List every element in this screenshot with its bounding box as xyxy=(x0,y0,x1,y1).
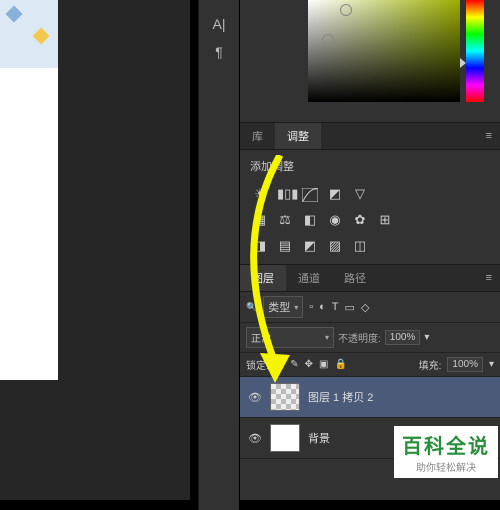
tab-adjustments[interactable]: 调整 xyxy=(275,123,321,149)
paragraph-tool-icon[interactable]: ¶ xyxy=(199,38,239,66)
panel-menu-icon[interactable]: ≡ xyxy=(478,130,500,142)
layer-thumbnail[interactable] xyxy=(270,424,300,452)
color-field[interactable] xyxy=(308,0,460,102)
posterize-icon[interactable]: ▤ xyxy=(277,238,293,254)
opacity-value[interactable]: 100% xyxy=(385,330,421,345)
filter-pixel-icon[interactable]: ▫ xyxy=(309,301,313,313)
gradientmap-icon[interactable]: ▨ xyxy=(327,238,343,254)
canvas-image[interactable] xyxy=(0,0,58,68)
threshold-icon[interactable]: ◩ xyxy=(302,238,318,254)
colorlookup-icon[interactable]: ⊞ xyxy=(377,212,393,228)
colorbalance-icon[interactable]: ⚖ xyxy=(277,212,293,228)
hue-slider[interactable] xyxy=(466,0,484,102)
tab-layers[interactable]: 图层 xyxy=(240,265,286,291)
huesaturation-icon[interactable]: ▦ xyxy=(252,212,268,228)
tab-paths[interactable]: 路径 xyxy=(332,265,378,291)
blend-mode-dropdown[interactable]: 正常▾ xyxy=(246,327,334,348)
lock-label: 锁定: xyxy=(246,357,269,372)
hue-slider-handle[interactable] xyxy=(460,58,466,68)
filter-shape-icon[interactable]: ▭ xyxy=(345,301,355,314)
brightness-icon[interactable]: ☀ xyxy=(252,186,268,202)
filter-smart-icon[interactable]: ◇ xyxy=(361,301,369,314)
selectivecolor-icon[interactable]: ◫ xyxy=(352,238,368,254)
filter-type-icon[interactable]: T xyxy=(332,301,339,313)
invert-icon[interactable]: ◨ xyxy=(252,238,268,254)
vibrance-icon[interactable]: ▽ xyxy=(352,186,368,202)
text-tool-icon[interactable]: A| xyxy=(199,10,239,38)
layer-row-selected[interactable]: 👁 图层 1 拷贝 2 xyxy=(240,377,500,418)
fill-label: 填充: xyxy=(419,357,442,372)
right-toolbar: A| ¶ xyxy=(198,0,239,510)
add-adjustment-label: 添加调整 xyxy=(250,158,490,174)
lock-transparency-icon[interactable]: ▩ xyxy=(275,359,284,370)
filter-icon[interactable]: 🔍 xyxy=(246,302,257,313)
color-sample-ring[interactable] xyxy=(322,34,334,46)
canvas-document[interactable] xyxy=(0,60,58,380)
panel-menu-icon[interactable]: ≡ xyxy=(478,272,500,284)
color-picker-panel xyxy=(240,0,500,123)
exposure-icon[interactable]: ◩ xyxy=(327,186,343,202)
color-sample-ring[interactable] xyxy=(340,4,352,16)
layer-name[interactable]: 图层 1 拷贝 2 xyxy=(308,389,492,405)
visibility-toggle-icon[interactable]: 👁 xyxy=(248,391,262,404)
levels-icon[interactable]: ▮▯▮ xyxy=(277,186,293,202)
lock-position-icon[interactable]: ✥ xyxy=(305,359,313,370)
curves-icon[interactable] xyxy=(302,186,318,202)
watermark-subtitle: 助你轻松解决 xyxy=(402,459,490,474)
tab-library[interactable]: 库 xyxy=(240,123,275,149)
fill-value[interactable]: 100% xyxy=(447,357,483,372)
layer-thumbnail[interactable] xyxy=(270,383,300,411)
lock-pixels-icon[interactable]: ✎ xyxy=(290,359,298,370)
lock-all-icon[interactable]: 🔒 xyxy=(334,359,346,370)
channelmixer-icon[interactable]: ✿ xyxy=(352,212,368,228)
blackwhite-icon[interactable]: ◧ xyxy=(302,212,318,228)
lock-artboard-icon[interactable]: ▣ xyxy=(319,359,328,370)
visibility-toggle-icon[interactable]: 👁 xyxy=(248,432,262,445)
watermark: 百科全说 助你轻松解决 xyxy=(394,426,498,478)
filter-adjust-icon[interactable]: ◐ xyxy=(319,301,326,313)
layer-kind-dropdown[interactable]: 类型▾ xyxy=(263,296,303,318)
photofilter-icon[interactable]: ◉ xyxy=(327,212,343,228)
opacity-label: 不透明度: xyxy=(338,330,381,345)
tab-channels[interactable]: 通道 xyxy=(286,265,332,291)
watermark-title: 百科全说 xyxy=(402,430,490,459)
